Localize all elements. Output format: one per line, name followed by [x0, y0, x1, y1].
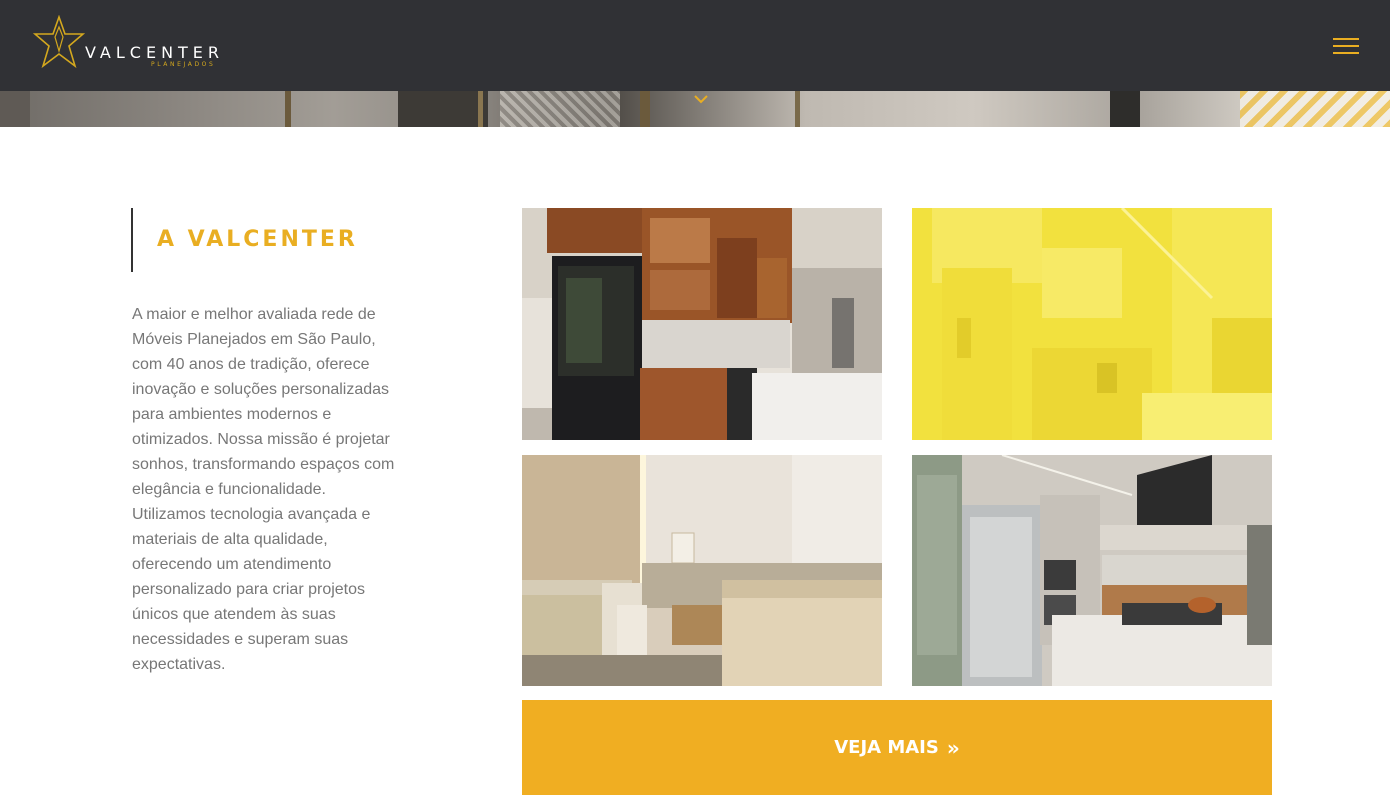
- gallery-photo-1[interactable]: [522, 208, 882, 440]
- site-header: VALCENTER PLANEJADOS: [0, 0, 1390, 91]
- gallery-photo-4[interactable]: [912, 455, 1272, 686]
- see-more-label: VEJA MAIS: [834, 737, 939, 758]
- brand-logo[interactable]: VALCENTER PLANEJADOS: [33, 15, 233, 71]
- about-description: A maior e melhor avaliada rede de Móveis…: [132, 306, 395, 673]
- section-title: A VALCENTER: [157, 227, 358, 252]
- gallery-photo-3[interactable]: [522, 455, 882, 686]
- gallery-photo-2[interactable]: [912, 208, 1272, 440]
- heading-accent-bar: [131, 208, 133, 272]
- double-chevron-right-icon: »: [946, 735, 960, 760]
- star-logo-icon: [33, 15, 85, 69]
- see-more-button[interactable]: VEJA MAIS »: [522, 700, 1272, 795]
- hamburger-icon[interactable]: [1333, 36, 1359, 56]
- brand-name: VALCENTER: [85, 43, 225, 62]
- brand-subtitle: PLANEJADOS: [151, 61, 216, 68]
- chevron-down-icon[interactable]: [693, 94, 709, 104]
